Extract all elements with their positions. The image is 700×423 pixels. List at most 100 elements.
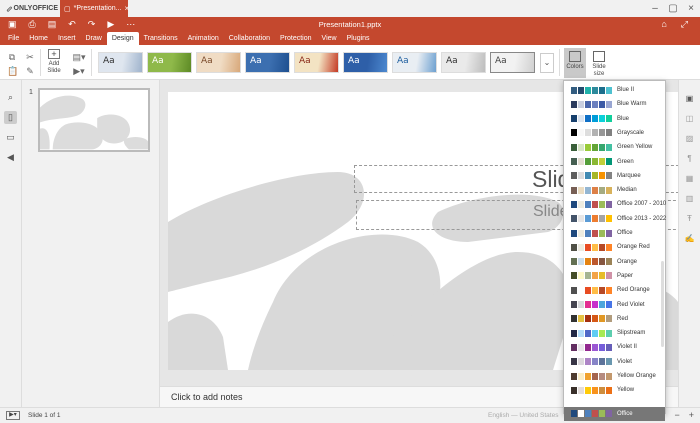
image-settings-icon[interactable]: ▨ — [684, 133, 695, 144]
close-tab-icon[interactable]: × — [125, 4, 130, 13]
color-scheme-item[interactable]: Marquee — [564, 169, 665, 183]
format-painter-icon[interactable]: ✎ — [25, 66, 35, 76]
color-scheme-item[interactable]: Yellow Orange — [564, 369, 665, 383]
color-scheme-item[interactable]: Orange Red — [564, 240, 665, 254]
color-scheme-item[interactable]: Blue II — [564, 83, 665, 97]
copy-icon[interactable]: ⧉ — [7, 52, 17, 62]
color-scheme-item[interactable]: Violet II — [564, 340, 665, 354]
quick-print-icon[interactable]: ▤ — [48, 19, 57, 30]
color-swatch — [578, 215, 584, 223]
notes-placeholder: Click to add notes — [171, 392, 243, 402]
slide-thumbnail[interactable] — [38, 88, 150, 152]
color-scheme-item[interactable]: Blue — [564, 112, 665, 126]
tab-insert[interactable]: Insert — [53, 32, 81, 45]
signature-settings-icon[interactable]: ✍ — [684, 233, 695, 244]
theme-thumbnail[interactable]: Aa — [196, 52, 241, 73]
color-swatches — [571, 358, 612, 366]
change-slide-layout-icon[interactable]: ▶▾ — [72, 66, 86, 76]
zoom-out-icon[interactable]: − — [674, 410, 679, 421]
start-slideshow-icon[interactable]: ▶ — [107, 19, 114, 30]
color-scheme-item[interactable]: Grayscale — [564, 126, 665, 140]
color-swatch — [585, 200, 591, 208]
zoom-in-icon[interactable]: + — [689, 410, 694, 421]
color-scheme-item[interactable]: Median — [564, 183, 665, 197]
text-art-settings-icon[interactable]: Ŧ — [684, 213, 695, 224]
tab-animation[interactable]: Animation — [183, 32, 224, 45]
close-window-icon[interactable]: × — [682, 3, 700, 14]
theme-thumbnail[interactable]: Aa — [490, 52, 535, 73]
tab-plugins[interactable]: Plugins — [342, 32, 375, 45]
open-file-location-icon[interactable]: ⌂ — [661, 19, 666, 30]
color-swatch — [599, 301, 605, 308]
undo-icon[interactable]: ↶ — [68, 19, 76, 30]
theme-thumbnail[interactable]: Aa — [98, 52, 143, 73]
start-slideshow-status-icon[interactable]: ▶▾ — [6, 411, 20, 420]
color-scheme-item[interactable]: Red Orange — [564, 283, 665, 297]
color-scheme-item[interactable]: Office 2013 - 2022 — [564, 212, 666, 226]
paste-icon[interactable]: 📋 — [7, 66, 18, 76]
color-swatch — [571, 329, 577, 337]
save-icon[interactable]: ▣ — [8, 19, 17, 30]
redo-icon[interactable]: ↷ — [88, 19, 96, 30]
feedback-icon[interactable]: ◀ — [4, 151, 17, 164]
color-scheme-item[interactable]: Blue Warm — [564, 97, 665, 111]
header-bar: ▣ ⎙ ▤ ↶ ↷ ▶ ⋯ Presentation1.pptx ⌂ ⤢ — [0, 17, 700, 31]
color-scheme-item[interactable]: Red — [564, 312, 665, 326]
slide-layout-icon[interactable]: ▤▾ — [72, 52, 86, 62]
theme-thumbnail[interactable]: Aa — [441, 52, 486, 73]
tab-file[interactable]: File — [3, 32, 24, 45]
color-scheme-item[interactable]: Yellow — [564, 383, 665, 397]
theme-thumbnail[interactable]: Aa — [294, 52, 339, 73]
cut-icon[interactable]: ✂ — [25, 52, 35, 62]
search-icon[interactable]: ⌕ — [4, 91, 17, 104]
theme-thumbnail[interactable]: Aa — [147, 52, 192, 73]
color-scheme-item[interactable]: Green — [564, 155, 665, 169]
color-scheme-item[interactable]: Office — [564, 226, 665, 240]
color-scheme-item[interactable]: Slipstream — [564, 326, 665, 340]
colors-button[interactable]: Colors — [564, 48, 586, 78]
more-themes-button[interactable]: ⌄ — [540, 53, 554, 73]
tab-collaboration[interactable]: Collaboration — [224, 32, 275, 45]
slide-size-button[interactable]: Slide size — [588, 48, 610, 78]
add-slide-button[interactable]: + Add Slide — [43, 49, 65, 75]
share-icon[interactable]: ⤢ — [681, 19, 688, 30]
color-scheme-item[interactable]: Orange — [564, 255, 665, 269]
more-icon[interactable]: ⋯ — [126, 19, 135, 30]
tab-view[interactable]: View — [317, 32, 342, 45]
color-scheme-item[interactable]: Violet — [564, 355, 665, 369]
comments-icon[interactable]: ▭ — [4, 131, 17, 144]
tab-draw[interactable]: Draw — [80, 32, 106, 45]
color-scheme-item[interactable]: Green Yellow — [564, 140, 665, 154]
table-settings-icon[interactable]: ▦ — [684, 173, 695, 184]
menu-bar: File Home Insert Draw Design Transitions… — [0, 31, 700, 45]
color-scheme-item[interactable]: Red Violet — [564, 298, 665, 312]
shape-settings-icon[interactable]: ◫ — [684, 113, 695, 124]
slide-settings-icon[interactable]: ▣ — [684, 93, 695, 104]
color-swatches — [571, 315, 612, 323]
maximize-icon[interactable]: ▢ — [664, 3, 682, 14]
color-scheme-item[interactable]: Office — [564, 406, 665, 421]
color-swatch — [578, 372, 584, 380]
chart-settings-icon[interactable]: ▥ — [684, 193, 695, 204]
tab-home[interactable]: Home — [24, 32, 53, 45]
color-swatch — [599, 100, 605, 108]
color-scheme-item[interactable]: Paper — [564, 269, 665, 283]
tab-protection[interactable]: Protection — [275, 32, 317, 45]
minimize-icon[interactable]: – — [646, 3, 664, 14]
document-tab[interactable]: ▢ *Presentation... × — [60, 0, 130, 17]
theme-thumbnail[interactable]: Aa — [245, 52, 290, 73]
language-indicator[interactable]: English — United States — [488, 412, 558, 419]
color-swatch — [571, 358, 577, 366]
colors-dropdown: Blue II Blue Warm Blue Grayscale Green Yello… — [563, 80, 666, 421]
paragraph-settings-icon[interactable]: ¶ — [684, 153, 695, 164]
print-icon[interactable]: ⎙ — [29, 19, 36, 30]
color-swatch — [578, 158, 584, 165]
tab-transitions[interactable]: Transitions — [139, 32, 183, 45]
tab-design[interactable]: Design — [106, 32, 139, 45]
color-scheme-item[interactable]: Office 2007 - 2010 — [564, 197, 666, 211]
slides-panel-icon[interactable]: ▯ — [4, 111, 17, 124]
color-swatch — [592, 410, 598, 418]
color-swatch — [599, 258, 605, 266]
theme-thumbnail[interactable]: Aa — [392, 52, 437, 73]
theme-thumbnail[interactable]: Aa — [343, 52, 388, 73]
